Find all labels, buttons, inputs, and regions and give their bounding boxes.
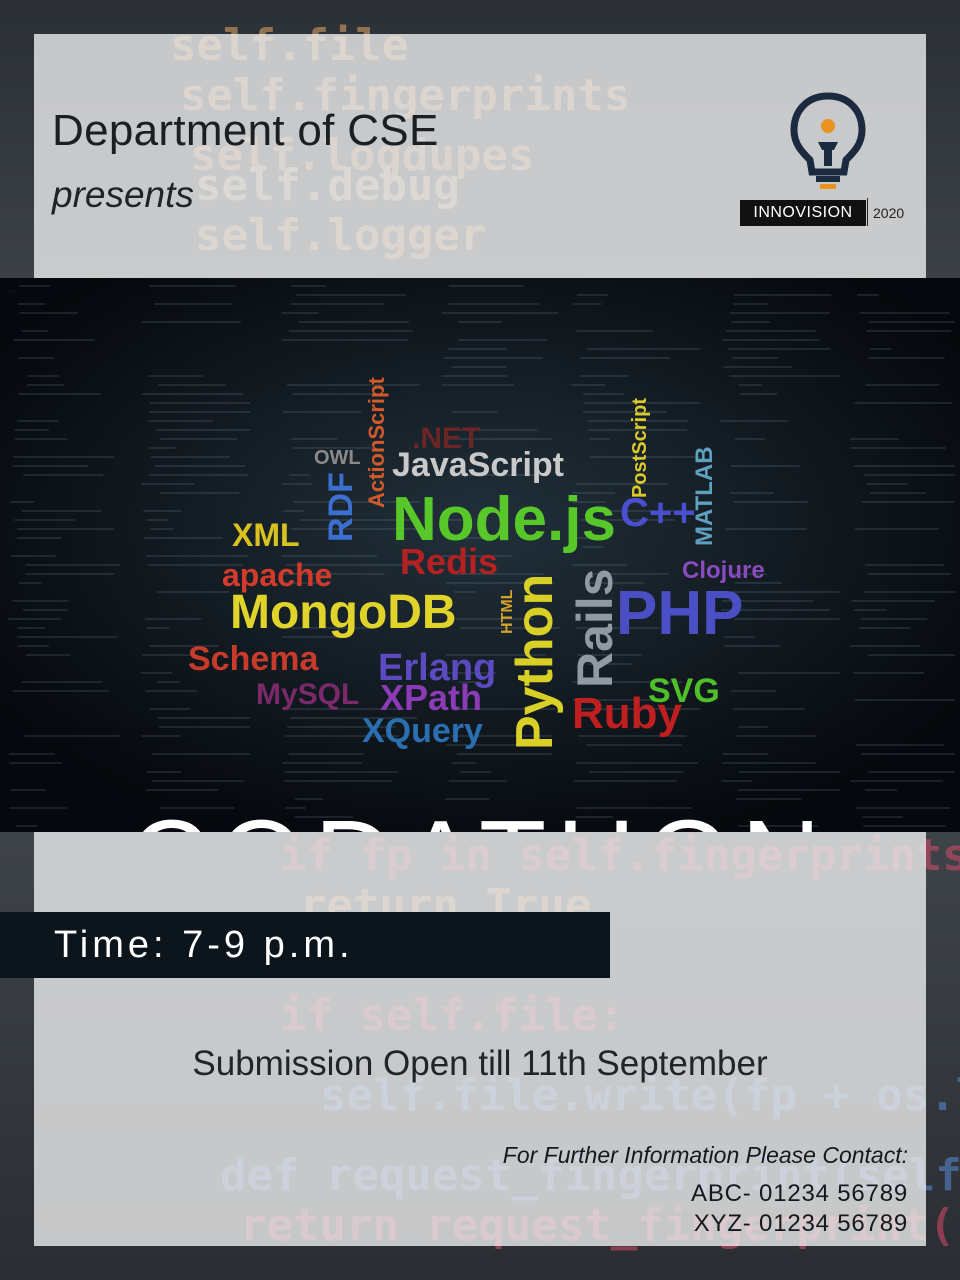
cloud-word: MySQL	[256, 678, 359, 711]
logo-divider	[867, 198, 868, 226]
cloud-word: Rails	[567, 568, 623, 688]
cloud-word: Clojure	[682, 557, 765, 584]
cloud-word: OWL	[314, 447, 361, 469]
cloud-word: Redis	[400, 541, 498, 582]
event-title: CODATHON	[0, 796, 960, 832]
cloud-word: ActionScript	[364, 377, 389, 508]
hero-background: ... JavaScriptNode.jsXMLapacheMongoDBSch…	[0, 278, 960, 832]
cloud-word: RDF	[322, 472, 360, 542]
department-title: Department of CSE	[52, 106, 439, 155]
submission-deadline: Submission Open till 11th September	[192, 1044, 768, 1083]
cloud-word: SVG	[648, 672, 720, 710]
svg-text:...: ...	[6, 287, 17, 294]
contact-heading: For Further Information Please Contact:	[502, 1142, 908, 1168]
event-time: Time: 7-9 p.m.	[54, 924, 354, 966]
lightbulb-icon	[790, 92, 866, 189]
hero-banner: ... JavaScript Node.js XML apache MongoDB Sch…	[0, 278, 960, 832]
logo-brand-name: INNOVISION	[740, 200, 866, 226]
poster: self.file self.fingerprints self.logdupe…	[0, 0, 960, 1280]
cloud-word: C++	[620, 491, 696, 535]
presents-text: presents	[52, 174, 194, 215]
logo-year: 2020	[873, 205, 905, 221]
cloud-word: Schema	[188, 640, 319, 678]
contact-line-xyz: XYZ- 01234 56789	[693, 1210, 908, 1237]
cloud-word: .NET	[412, 422, 480, 455]
cloud-word: MongoDB	[230, 586, 457, 639]
innovision-logo: INNOVISION 2020	[740, 92, 920, 232]
cloud-word: PostScript	[629, 398, 651, 498]
cloud-word: XQuery	[362, 712, 483, 750]
cloud-word: HTML	[499, 589, 516, 634]
cloud-word: PHP	[616, 579, 743, 648]
contact-line-abc: ABC- 01234 56789	[691, 1180, 908, 1207]
cloud-word: XML	[232, 517, 300, 553]
